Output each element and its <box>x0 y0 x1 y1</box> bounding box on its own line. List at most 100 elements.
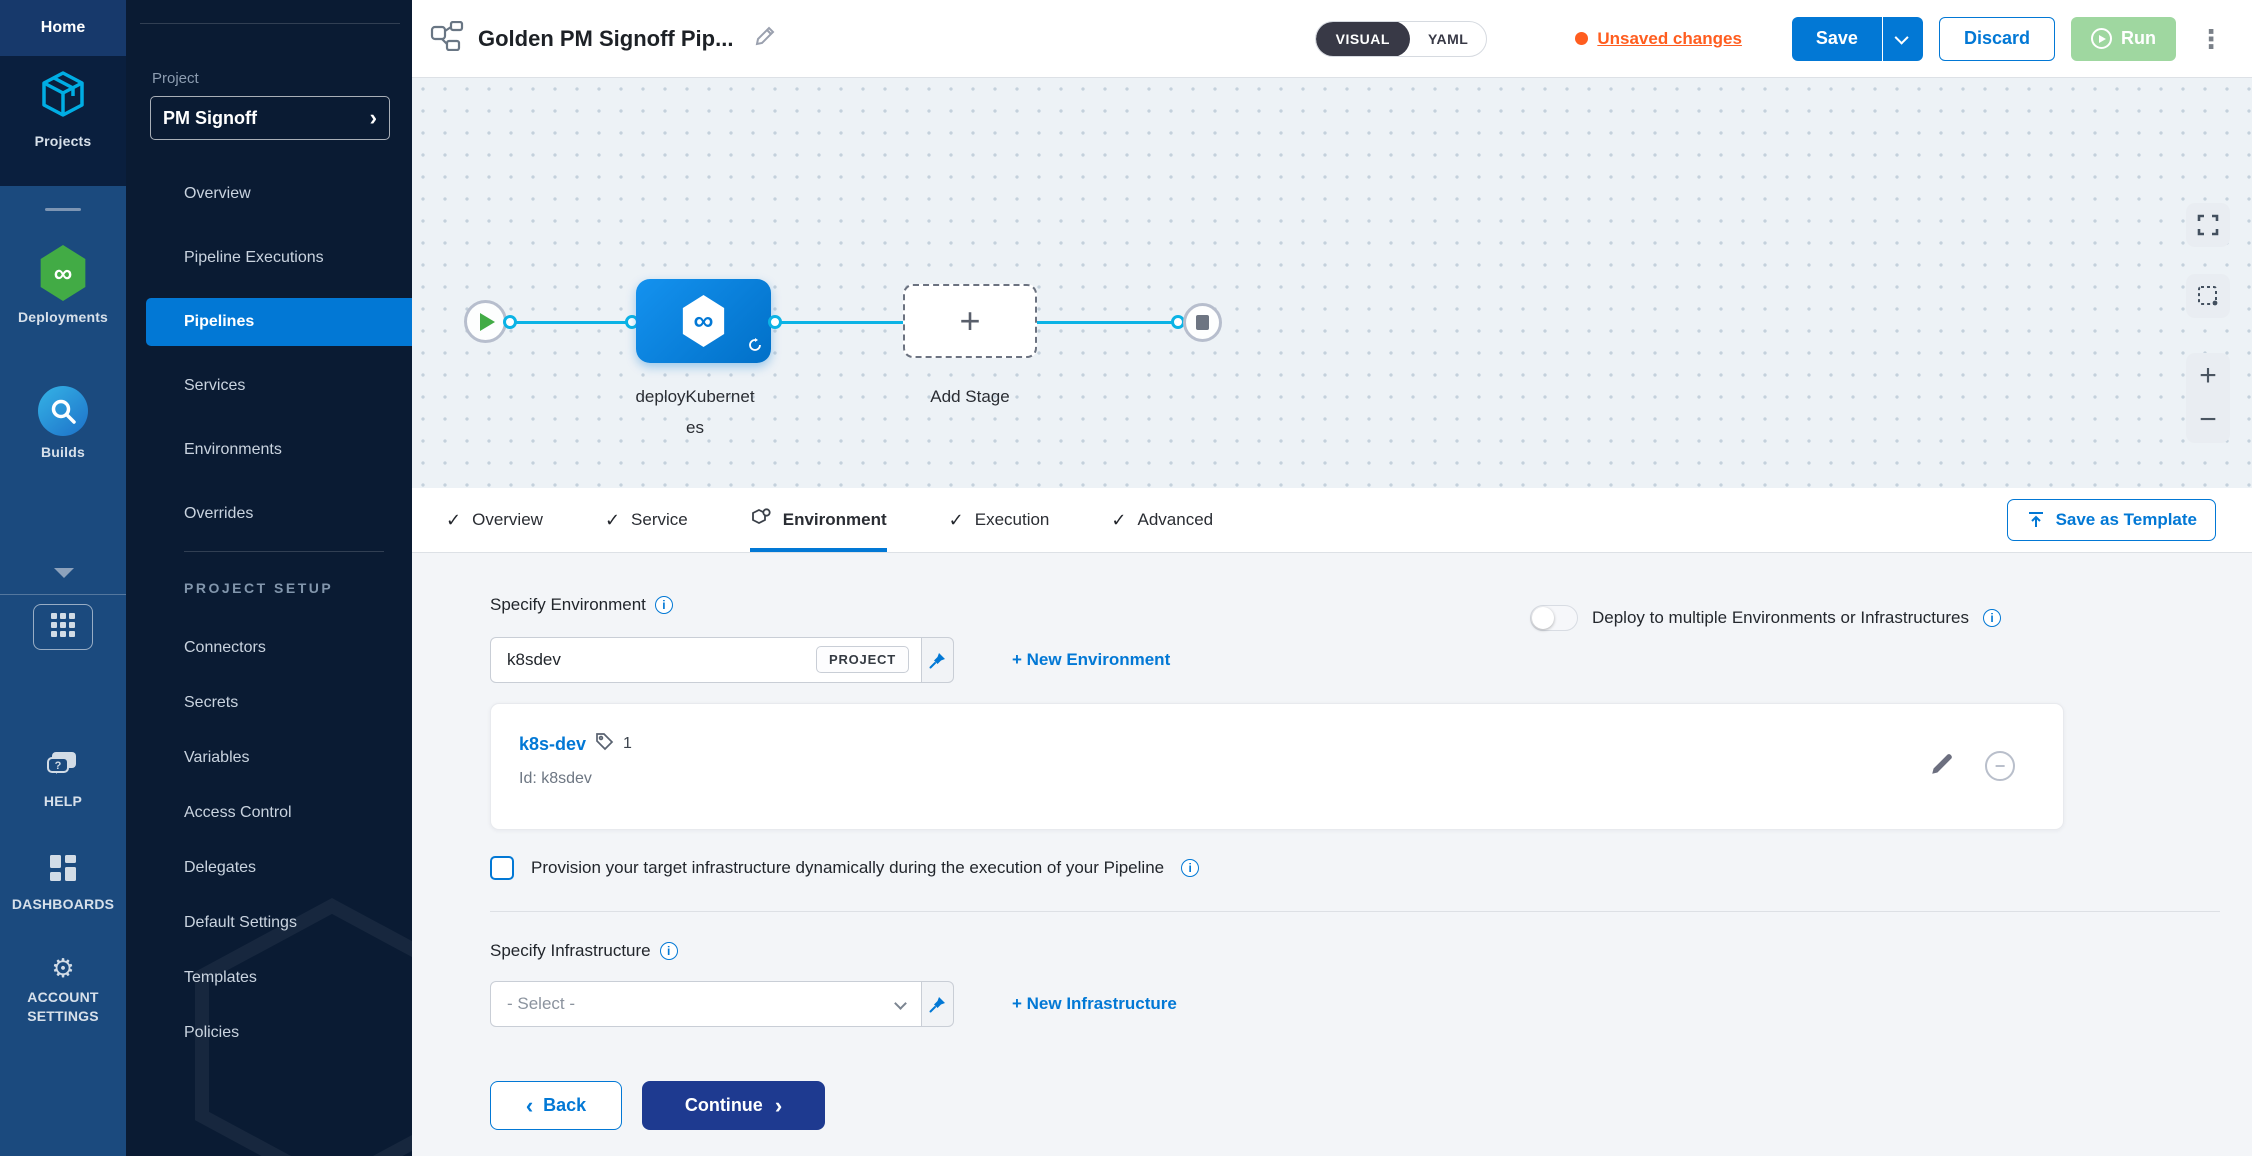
sidebar-item-variables[interactable]: Variables <box>126 734 412 782</box>
home-label: Home <box>41 19 85 37</box>
nav-help[interactable]: ? HELP <box>0 750 126 810</box>
tab-execution[interactable]: ✓ Execution <box>949 488 1050 552</box>
deployments-cd-icon: ∞ <box>37 245 89 301</box>
edit-environment-pencil-icon[interactable] <box>1929 751 1955 782</box>
deployments-label: Deployments <box>18 308 108 326</box>
projects-label: Projects <box>35 132 92 150</box>
infrastructure-select[interactable]: - Select - <box>490 981 922 1027</box>
stage-node-deploykubernetes[interactable]: ∞ <box>636 279 771 363</box>
pin-infrastructure-button[interactable] <box>922 981 954 1027</box>
module-rail: Home Projects ∞ Deployments <box>0 0 126 1156</box>
save-as-template-button[interactable]: Save as Template <box>2007 499 2216 541</box>
marquee-icon <box>2197 285 2219 307</box>
builds-label: Builds <box>41 443 85 461</box>
edit-title-pencil-icon[interactable] <box>753 24 777 53</box>
nav-deployments[interactable]: ∞ Deployments <box>0 245 126 326</box>
nav-home[interactable]: Home <box>0 0 126 56</box>
remove-environment-button[interactable]: − <box>1985 751 2015 781</box>
dashboards-label: DASHBOARDS <box>12 895 114 913</box>
pin-environment-button[interactable] <box>922 637 954 683</box>
save-button[interactable]: Save <box>1792 17 1882 61</box>
pipeline-start-node[interactable] <box>464 300 507 343</box>
sidebar-item-access-control[interactable]: Access Control <box>126 789 412 837</box>
new-infrastructure-link[interactable]: + New Infrastructure <box>1012 994 1177 1014</box>
pipeline-canvas[interactable]: ∞ + deployKubernetes Add Stage <box>412 78 2252 488</box>
back-button[interactable]: ‹ Back <box>490 1081 622 1130</box>
sidebar-item-pipelines[interactable]: Pipelines <box>146 298 412 346</box>
zoom-in-button[interactable]: + <box>2186 354 2230 398</box>
visual-yaml-toggle[interactable]: VISUAL YAML <box>1315 21 1488 57</box>
zoom-controls: + − <box>2186 353 2230 443</box>
play-icon <box>480 313 495 331</box>
sidebar-item-overrides[interactable]: Overrides <box>126 490 412 538</box>
nav-account-settings[interactable]: ⚙ ACCOUNT SETTINGS <box>0 955 126 1026</box>
nav-dashboards[interactable]: DASHBOARDS <box>0 853 126 913</box>
nav-builds[interactable]: Builds <box>0 386 126 461</box>
info-icon[interactable]: i <box>655 596 673 614</box>
sidebar-item-pipeline-executions[interactable]: Pipeline Executions <box>126 234 412 282</box>
toggle-yaml[interactable]: YAML <box>1410 31 1486 47</box>
unsaved-changes[interactable]: Unsaved changes <box>1575 29 1742 49</box>
module-selector-button[interactable] <box>33 604 93 650</box>
select-region-button[interactable] <box>2186 274 2230 318</box>
sidebar-item-connectors[interactable]: Connectors <box>126 624 412 672</box>
project-sidebar: Project PM Signoff › Overview Pipeline E… <box>126 0 412 1156</box>
gear-icon: ⚙ <box>51 955 74 981</box>
svg-text:?: ? <box>55 760 62 772</box>
save-split-button[interactable]: Save <box>1792 17 1923 61</box>
info-icon[interactable]: i <box>1983 609 2001 627</box>
new-environment-link[interactable]: + New Environment <box>1012 650 1170 670</box>
check-icon: ✓ <box>446 510 461 531</box>
nav-projects[interactable]: Projects <box>0 56 126 186</box>
rail-collapse-caret-icon[interactable] <box>54 568 74 578</box>
connector-dot <box>503 315 517 329</box>
stage-type-cd-icon <box>747 337 763 358</box>
fullscreen-button[interactable] <box>2186 203 2230 247</box>
specify-infrastructure-label: Specify Infrastructure <box>490 941 651 961</box>
sidebar-item-overview[interactable]: Overview <box>126 170 412 218</box>
chevron-left-icon: ‹ <box>526 1097 533 1115</box>
tab-advanced[interactable]: ✓ Advanced <box>1111 488 1213 552</box>
add-stage-button[interactable]: + <box>903 284 1037 358</box>
sidebar-item-secrets[interactable]: Secrets <box>126 679 412 727</box>
zoom-out-button[interactable]: − <box>2186 398 2230 442</box>
edge-stage-to-addstage <box>773 321 905 324</box>
environment-card: k8s-dev 1 Id: k8sdev − <box>490 703 2064 830</box>
sidebar-item-environments[interactable]: Environments <box>126 426 412 474</box>
run-button[interactable]: Run <box>2071 17 2176 61</box>
multi-deploy-toggle[interactable] <box>1530 605 1578 631</box>
pipeline-end-node[interactable] <box>1183 303 1222 342</box>
tab-service[interactable]: ✓ Service <box>605 488 688 552</box>
more-options-kebab-icon[interactable]: ⋮ <box>2198 29 2224 49</box>
provision-checkbox[interactable] <box>490 856 514 880</box>
edge-addstage-to-end <box>1035 321 1180 324</box>
toggle-visual[interactable]: VISUAL <box>1316 21 1410 57</box>
pin-icon <box>929 996 946 1013</box>
check-icon: ✓ <box>949 510 964 531</box>
multi-deploy-label: Deploy to multiple Environments or Infra… <box>1592 608 1969 628</box>
info-icon[interactable]: i <box>660 942 678 960</box>
grid-icon <box>50 612 76 643</box>
chevron-down-icon <box>1894 30 1908 44</box>
save-options-button[interactable] <box>1883 17 1923 61</box>
chevron-down-icon <box>894 997 907 1010</box>
pipeline-title: Golden PM Signoff Pip... <box>478 26 733 52</box>
harness-pipeline-studio: Home Projects ∞ Deployments <box>0 0 2252 1156</box>
tab-environment[interactable]: Environment <box>750 488 887 552</box>
info-icon[interactable]: i <box>1181 859 1199 877</box>
environment-input[interactable]: k8sdev PROJECT <box>490 637 922 683</box>
sidebar-item-services[interactable]: Services <box>126 362 412 410</box>
environment-name-link[interactable]: k8s-dev <box>519 734 586 755</box>
environment-id: Id: k8sdev <box>519 770 592 788</box>
continue-button[interactable]: Continue › <box>642 1081 825 1130</box>
projects-cube-icon <box>37 68 89 125</box>
discard-button[interactable]: Discard <box>1939 17 2055 61</box>
upload-icon <box>2026 510 2046 530</box>
provision-checkbox-row: Provision your target infrastructure dyn… <box>490 856 1199 880</box>
tab-overview[interactable]: ✓ Overview <box>446 488 543 552</box>
project-selector[interactable]: PM Signoff › <box>150 96 390 140</box>
unsaved-label: Unsaved changes <box>1597 29 1742 49</box>
sidebar-item-delegates[interactable]: Delegates <box>126 844 412 892</box>
help-label: HELP <box>44 792 82 810</box>
specify-environment-label: Specify Environment <box>490 595 646 615</box>
